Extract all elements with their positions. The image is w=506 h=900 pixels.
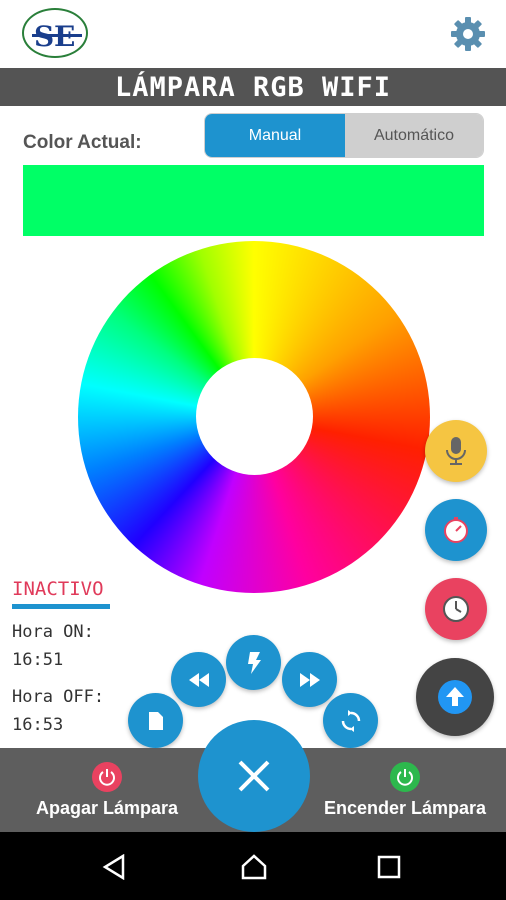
system-navigation-bar [0, 832, 506, 900]
color-actual-label: Color Actual: [23, 132, 142, 153]
status-text: INACTIVO [12, 578, 104, 600]
hora-on-value: 16:51 [12, 650, 64, 670]
upload-arrow-icon [438, 680, 472, 714]
mode-toggle: Manual Automático [204, 113, 484, 158]
rewind-button[interactable] [171, 652, 226, 707]
fast-forward-button[interactable] [282, 652, 337, 707]
power-on-icon [390, 761, 420, 792]
gear-icon[interactable] [448, 14, 488, 54]
status-underline [12, 604, 110, 609]
file-button[interactable] [128, 693, 183, 748]
apagar-lampara-button[interactable]: Apagar Lámpara [2, 748, 212, 832]
microphone-button[interactable] [425, 420, 487, 482]
hora-on-label: Hora ON: [12, 622, 94, 642]
color-wheel-center [196, 358, 313, 475]
power-off-icon [92, 761, 122, 792]
refresh-button[interactable] [323, 693, 378, 748]
rewind-icon [188, 672, 209, 687]
fast-forward-icon [299, 672, 320, 687]
close-menu-button[interactable] [198, 720, 310, 832]
hora-off-value: 16:53 [12, 715, 64, 735]
apagar-lampara-label: Apagar Lámpara [35, 797, 179, 818]
mode-automatic-button[interactable]: Automático [345, 114, 483, 157]
back-icon[interactable] [101, 854, 127, 880]
title-banner: LÁMPARA RGB WIFI [0, 68, 506, 106]
encender-lampara-button[interactable]: Encender Lámpara [300, 748, 506, 832]
encender-lampara-label: Encender Lámpara [323, 797, 487, 818]
upload-button[interactable] [416, 658, 494, 736]
flash-button[interactable] [226, 635, 281, 690]
hora-off-label: Hora OFF: [12, 687, 105, 707]
microphone-icon [446, 437, 466, 465]
refresh-icon [341, 709, 360, 732]
timer-button[interactable] [425, 499, 487, 561]
recent-apps-icon[interactable] [376, 854, 402, 880]
home-icon[interactable] [240, 853, 268, 881]
clock-icon [443, 596, 469, 622]
file-icon [148, 711, 163, 730]
color-preview [23, 165, 484, 236]
close-icon [238, 760, 270, 792]
flash-icon [247, 651, 261, 674]
stopwatch-icon [444, 517, 468, 543]
mode-manual-button[interactable]: Manual [205, 114, 345, 157]
clock-button[interactable] [425, 578, 487, 640]
se-logo-icon: S E [22, 8, 88, 58]
page-title: LÁMPARA RGB WIFI [114, 71, 392, 103]
